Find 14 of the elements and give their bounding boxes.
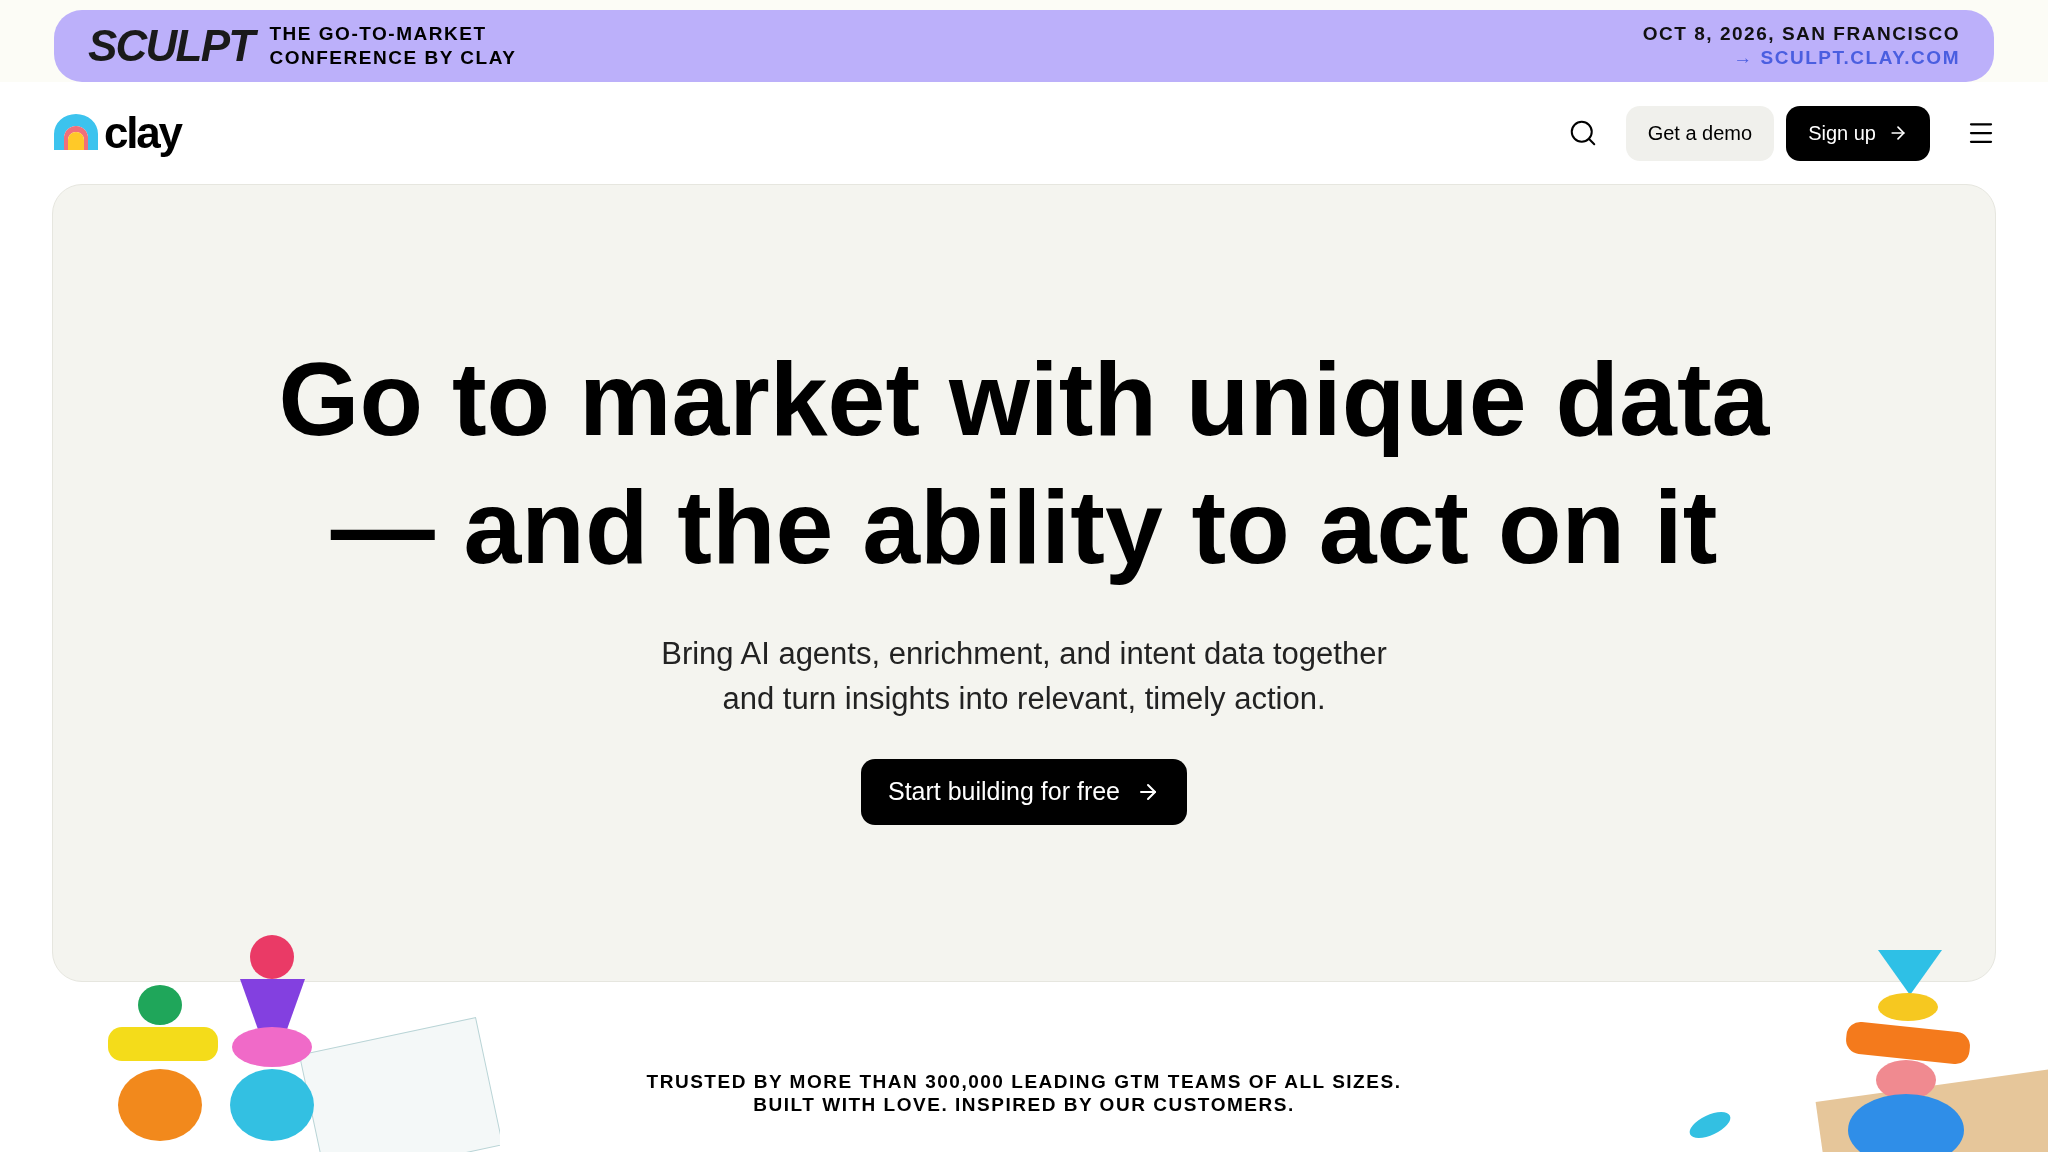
event-date: OCT 8, 2026, SAN FRANCISCO	[1642, 22, 1960, 46]
start-building-button[interactable]: Start building for free	[860, 759, 1188, 825]
arch-logo-icon	[52, 114, 100, 152]
banner-tagline: THE GO-TO-MARKET	[269, 22, 488, 46]
hero-subtitle: Bring AI agents, enrichment, and intent data together	[661, 635, 1387, 673]
banner-tagline: CONFERENCE BY CLAY	[269, 46, 517, 70]
demo-button[interactable]: Get a demo	[1625, 105, 1775, 161]
clay-wordmark[interactable]: clay	[104, 111, 181, 155]
trust-statement: TRUSTED BY MORE THAN 300,000 LEADING GTM TEAMS OF ALL SIZES.	[646, 1070, 1402, 1093]
hero-headline: Go to market with unique data	[277, 340, 1771, 459]
sign-up-button[interactable]: Sign up	[1786, 105, 1930, 161]
hero-headline: — and the ability to act on it	[329, 468, 1719, 587]
hero-subtitle: and turn insights into relevant, timely action.	[722, 680, 1326, 718]
trust-statement: BUILT WITH LOVE. INSPIRED BY OUR CUSTOMERS.	[753, 1093, 1295, 1116]
